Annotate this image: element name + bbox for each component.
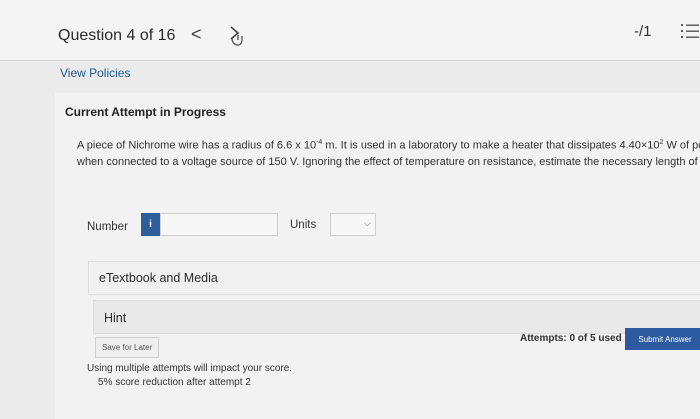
question-header: Question 4 of 16 < -/1 xyxy=(0,0,700,61)
next-hand-icon xyxy=(230,26,243,46)
attempt-heading: Current Attempt in Progress xyxy=(65,105,226,119)
question-prompt: A piece of Nichrome wire has a radius of… xyxy=(77,135,700,170)
previous-question-button[interactable]: < xyxy=(191,24,202,45)
info-icon: i xyxy=(149,219,152,230)
attempts-counter: Attempts: 0 of 5 used xyxy=(520,333,622,344)
units-select[interactable]: ⌵ xyxy=(330,213,376,236)
question-text-part1: A piece of Nichrome wire has a radius of… xyxy=(77,139,317,152)
number-input[interactable] xyxy=(160,213,278,236)
question-text-part3: W of power xyxy=(666,139,700,152)
question-text-line2: when connected to a voltage source of 15… xyxy=(77,155,700,168)
attempts-value: 0 of 5 used xyxy=(569,333,622,344)
chevron-down-icon: ⌵ xyxy=(364,218,371,228)
question-counter: Question 4 of 16 xyxy=(58,27,176,44)
etextbook-media-label: eTextbook and Media xyxy=(99,271,218,285)
attempt-card: Current Attempt in Progress A piece of N… xyxy=(55,93,700,419)
question-body: View Policies Current Attempt in Progres… xyxy=(0,61,700,419)
submit-answer-button[interactable]: Submit Answer xyxy=(625,328,700,350)
list-icon xyxy=(681,24,699,38)
question-text-part2: m. It is used in a laboratory to make a … xyxy=(322,139,660,152)
question-score: -/1 xyxy=(634,23,652,40)
save-for-later-button[interactable]: Save for Later xyxy=(95,337,160,358)
attempts-warning-line1: Using multiple attempts will impact your… xyxy=(87,363,293,374)
question-list-button[interactable] xyxy=(680,22,700,40)
attempts-label: Attempts: xyxy=(520,333,567,344)
etextbook-media-button[interactable]: eTextbook and Media xyxy=(88,261,700,295)
hint-label: Hint xyxy=(104,311,127,325)
units-label: Units xyxy=(290,219,317,231)
hint-button[interactable]: Hint xyxy=(93,300,700,334)
view-policies-link[interactable]: View Policies xyxy=(60,66,130,80)
attempts-warning-line2: 5% score reduction after attempt 2 xyxy=(98,377,251,388)
number-label: Number xyxy=(87,221,128,233)
number-info-button[interactable]: i xyxy=(141,213,160,236)
next-question-button[interactable] xyxy=(225,24,247,48)
